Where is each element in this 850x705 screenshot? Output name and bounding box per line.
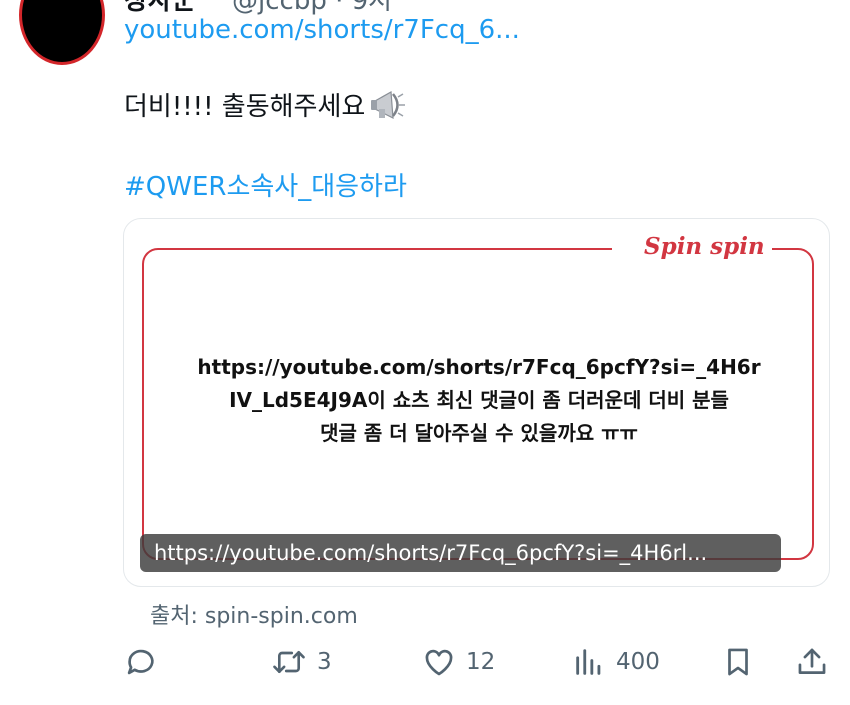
share-icon <box>795 645 829 679</box>
views-count: 400 <box>616 649 660 675</box>
link-card[interactable]: Spin spin https://youtube.com/shorts/r7F… <box>123 218 830 587</box>
views-button[interactable]: 400 <box>572 642 660 682</box>
hashtag-link[interactable]: #QWER소속사_대응하라 <box>124 166 407 203</box>
bookmark-icon <box>721 645 755 679</box>
tweet-text: 더비!!!! 출동해주세요 <box>124 92 366 122</box>
tweet-view: 장사꾼 @jccbp · 9시 youtube.com/shorts/r7Fcq… <box>0 0 850 705</box>
views-icon <box>572 645 606 679</box>
card-content: https://youtube.com/shorts/r7Fcq_6pcfY?s… <box>164 351 794 450</box>
like-button[interactable]: 12 <box>422 642 495 682</box>
retweet-icon <box>271 645 307 679</box>
reply-button[interactable] <box>124 642 158 682</box>
brand-logo: Spin spin <box>644 233 765 260</box>
card-line: 댓글 좀 더 달아주실 수 있을까요 ㅠㅠ <box>320 421 638 445</box>
heart-icon <box>422 645 456 679</box>
shared-link[interactable]: youtube.com/shorts/r7Fcq_6... <box>124 15 520 45</box>
reply-icon <box>124 645 158 679</box>
card-line: https://youtube.com/shorts/r7Fcq_6pcfY?s… <box>197 355 761 379</box>
card-url-overlay[interactable]: https://youtube.com/shorts/r7Fcq_6pcfY?s… <box>140 534 781 572</box>
share-button[interactable] <box>795 642 829 682</box>
source-link[interactable]: 출처: spin-spin.com <box>150 598 358 630</box>
avatar[interactable] <box>19 0 105 65</box>
like-count: 12 <box>466 649 496 675</box>
retweet-button[interactable]: 3 <box>271 642 332 682</box>
megaphone-icon <box>369 88 407 122</box>
bookmark-button[interactable] <box>721 642 755 682</box>
card-line: IV_Ld5E4J9A이 쇼츠 최신 댓글이 좀 더러운데 더비 분들 <box>229 388 729 412</box>
tweet-text-line: 더비!!!! 출동해주세요 <box>124 86 407 123</box>
retweet-count: 3 <box>317 649 332 675</box>
